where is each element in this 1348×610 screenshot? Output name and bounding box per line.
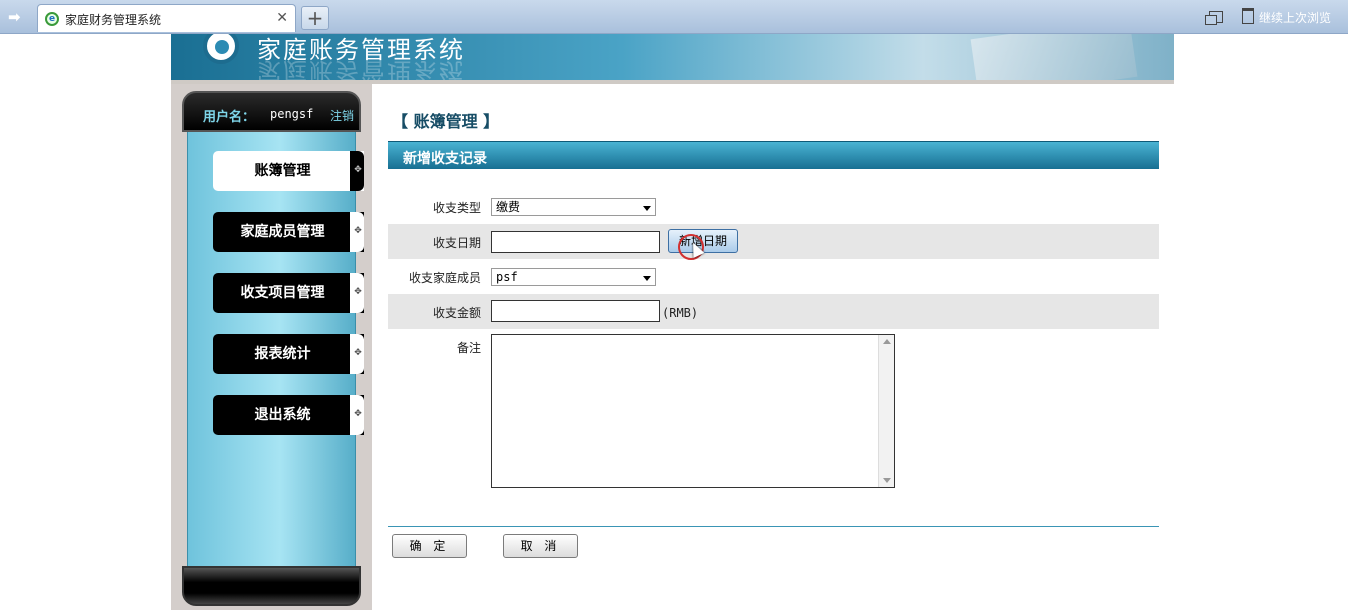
member-label: 收支家庭成员: [408, 271, 481, 285]
notes-scrollbar[interactable]: [878, 335, 894, 487]
member-select-value: psf: [496, 270, 518, 284]
section-header: 新增收支记录: [388, 141, 1159, 169]
chevron-down-icon: [643, 206, 651, 211]
sidebar-toggle-icon[interactable]: ➡: [8, 8, 26, 26]
sidebar-item-ledger[interactable]: 账簿管理 ✥: [213, 151, 364, 191]
new-tab-button[interactable]: +: [301, 6, 329, 30]
date-label: 收支日期: [432, 236, 481, 250]
sidebar-item-reports[interactable]: 报表统计 ✥: [213, 334, 364, 374]
arrow-icon: ✥: [354, 348, 362, 358]
sidebar-item-family-members[interactable]: 家庭成员管理 ✥: [213, 212, 364, 252]
form-row-amount: 收支金额 (RMB): [388, 294, 1159, 329]
type-select-value: 缴费: [496, 200, 521, 214]
arrow-icon: ✥: [354, 409, 362, 419]
arrow-icon: ✥: [354, 226, 362, 236]
sidebar-item-income-expense-items[interactable]: 收支项目管理 ✥: [213, 273, 364, 313]
form-divider: [388, 526, 1159, 527]
arrow-icon: ✥: [354, 165, 362, 175]
section-title: 新增收支记录: [403, 151, 487, 167]
logo-icon: [203, 34, 239, 64]
restore-windows-icon[interactable]: [1205, 11, 1223, 25]
sidebar: 用户名： pengsf 注销 账簿管理 ✥ 家庭成员管理 ✥ 收支项目管理 ✥ …: [171, 84, 372, 610]
notes-textarea[interactable]: [491, 334, 895, 488]
sidebar-item-label: 账簿管理: [254, 163, 311, 179]
form-row-notes: 备注: [388, 329, 1159, 499]
ie-favicon-icon: e: [45, 12, 59, 26]
member-select[interactable]: psf: [491, 268, 656, 286]
breadcrumb: 【 账簿管理 】: [392, 112, 500, 131]
amount-label: 收支金额: [432, 306, 481, 320]
arrow-icon: ✥: [354, 287, 362, 297]
notes-label: 备注: [456, 341, 481, 355]
app-page: 家庭账务管理系统 家庭账务管理系统 用户名： pengsf 注销 账簿管理 ✥ …: [171, 34, 1174, 610]
mouse-cursor-icon: [678, 234, 704, 260]
form-row-type: 收支类型 缴费: [388, 189, 1159, 224]
browser-tab-bar: ➡ e 家庭财务管理系统 ✕ + 继续上次浏览: [0, 0, 1348, 34]
user-panel: 用户名： pengsf 注销: [182, 91, 361, 132]
amount-unit: (RMB): [662, 306, 699, 320]
scroll-up-icon[interactable]: [883, 339, 891, 344]
trash-icon[interactable]: [1242, 8, 1254, 24]
app-title-reflection: 家庭账务管理系统: [257, 57, 465, 84]
chevron-down-icon: [643, 276, 651, 281]
confirm-button[interactable]: 确 定: [392, 534, 467, 558]
username: pengsf: [270, 107, 314, 121]
banner-decoration: [970, 34, 1138, 80]
app-banner: 家庭账务管理系统 家庭账务管理系统: [171, 34, 1174, 84]
date-input[interactable]: [491, 231, 660, 253]
form-row-member: 收支家庭成员 psf: [388, 259, 1159, 294]
sidebar-item-label: 报表统计: [254, 346, 311, 362]
cancel-button[interactable]: 取 消: [503, 534, 578, 558]
scroll-down-icon[interactable]: [883, 478, 891, 483]
browser-tab[interactable]: e 家庭财务管理系统 ✕: [37, 4, 296, 32]
sidebar-item-label: 收支项目管理: [240, 285, 325, 301]
close-tab-icon[interactable]: ✕: [276, 10, 288, 26]
main-content: 【 账簿管理 】 新增收支记录 收支类型 缴费 收支日期 新增日期 收支家庭成员…: [372, 84, 1174, 610]
restore-session-link[interactable]: 继续上次浏览: [1259, 9, 1331, 26]
sidebar-nav: 账簿管理 ✥ 家庭成员管理 ✥ 收支项目管理 ✥ 报表统计 ✥ 退出系统 ✥: [187, 132, 364, 566]
username-label: 用户名：: [203, 110, 256, 125]
amount-input[interactable]: [491, 300, 660, 322]
sidebar-item-label: 家庭成员管理: [240, 224, 325, 240]
logout-link[interactable]: 注销: [330, 107, 354, 124]
sidebar-item-label: 退出系统: [254, 407, 311, 423]
sidebar-item-exit[interactable]: 退出系统 ✥: [213, 395, 364, 435]
browser-tab-title: 家庭财务管理系统: [65, 13, 162, 27]
form-row-date: 收支日期 新增日期: [388, 224, 1159, 260]
sidebar-footer: [182, 566, 361, 606]
type-label: 收支类型: [432, 201, 481, 215]
type-select[interactable]: 缴费: [491, 198, 656, 216]
